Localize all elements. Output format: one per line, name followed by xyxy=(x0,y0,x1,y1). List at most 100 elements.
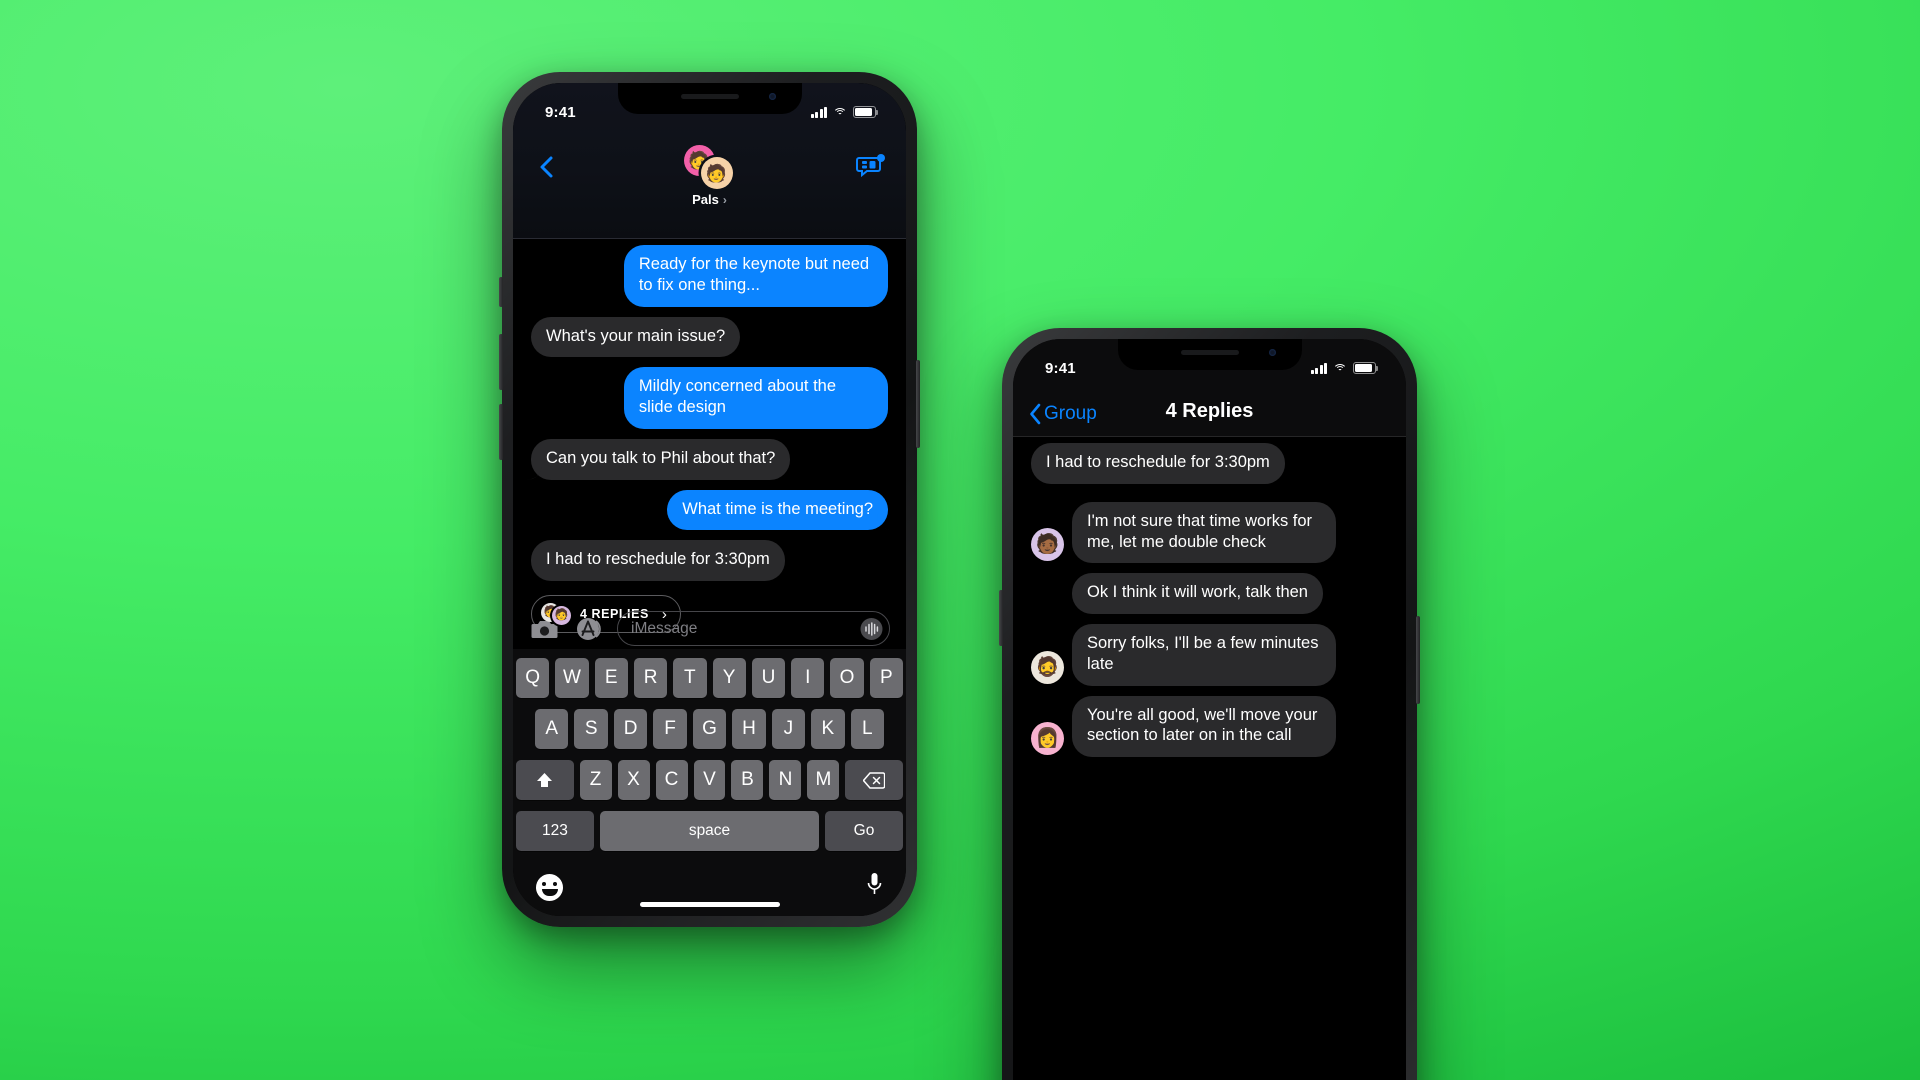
key-z[interactable]: Z xyxy=(579,760,612,800)
home-indicator[interactable] xyxy=(639,902,780,907)
volume-up-button[interactable] xyxy=(499,334,503,390)
key-e[interactable]: E xyxy=(594,658,628,698)
power-button[interactable] xyxy=(916,360,920,448)
thread-message-row[interactable]: 🧑🏾 I'm not sure that time works for me, l… xyxy=(1031,501,1388,564)
key-n[interactable]: N xyxy=(769,760,802,800)
key-g[interactable]: G xyxy=(692,709,727,749)
message-bubble[interactable]: I'm not sure that time works for me, let… xyxy=(1072,501,1337,564)
key-c[interactable]: C xyxy=(655,760,688,800)
message-row[interactable]: Ready for the keynote but need to fix on… xyxy=(531,245,888,307)
cellular-signal-icon xyxy=(1310,362,1327,374)
key-v[interactable]: V xyxy=(693,760,726,800)
numbers-key[interactable]: 123 xyxy=(516,811,594,851)
front-camera xyxy=(768,93,776,100)
avatar: 🧑 xyxy=(700,157,733,189)
back-to-group-button[interactable]: Group xyxy=(1029,403,1097,425)
audio-waveform-icon[interactable] xyxy=(858,615,885,642)
volume-buttons[interactable] xyxy=(999,590,1003,646)
key-a[interactable]: A xyxy=(535,709,569,749)
key-m[interactable]: M xyxy=(807,760,840,800)
avatar[interactable]: 👩 xyxy=(1031,722,1064,756)
notch xyxy=(617,83,802,114)
thread-message-row[interactable]: Ok I think it will work, talk then xyxy=(1031,573,1388,615)
keyboard-row-3[interactable]: ZXCVBNM xyxy=(516,760,903,800)
message-bubble[interactable]: I had to reschedule for 3:30pm xyxy=(531,540,785,582)
shift-key[interactable] xyxy=(516,760,574,800)
screen-thread: 9:41 Group 4 Replies I had to reschedule… xyxy=(1013,339,1406,1080)
avatar-spacer xyxy=(1031,579,1064,612)
power-button[interactable] xyxy=(1416,616,1420,704)
avatar[interactable]: 🧔 xyxy=(1031,650,1064,684)
earpiece-speaker xyxy=(1180,350,1239,355)
message-row[interactable]: Can you talk to Phil about that? xyxy=(531,438,888,480)
thread-message-row[interactable]: I had to reschedule for 3:30pm xyxy=(1031,443,1388,484)
key-h[interactable]: H xyxy=(732,709,766,749)
message-bubble[interactable]: Mildly concerned about the slide design xyxy=(623,367,888,429)
key-w[interactable]: W xyxy=(555,658,589,698)
key-f[interactable]: F xyxy=(653,709,687,749)
message-row[interactable]: What time is the meeting? xyxy=(531,489,888,531)
message-bubble[interactable]: What time is the meeting? xyxy=(667,489,888,531)
status-icons xyxy=(810,106,879,118)
microphone-icon[interactable] xyxy=(866,872,883,902)
silent-switch[interactable] xyxy=(499,277,503,307)
key-t[interactable]: T xyxy=(673,658,707,698)
backspace-key[interactable] xyxy=(845,760,903,800)
battery-icon xyxy=(853,106,879,118)
iphone-thread-replies: 9:41 Group 4 Replies I had to reschedule… xyxy=(999,328,1420,1080)
key-i[interactable]: I xyxy=(791,658,825,698)
key-k[interactable]: K xyxy=(811,709,845,749)
message-row[interactable]: Mildly concerned about the slide design xyxy=(531,367,888,429)
message-bubble[interactable]: Can you talk to Phil about that? xyxy=(531,438,791,480)
message-bubble[interactable]: You're all good, we'll move your section… xyxy=(1072,695,1337,758)
message-input-placeholder: iMessage xyxy=(631,619,698,637)
group-name[interactable]: Pals › xyxy=(692,192,727,207)
keyboard-row-2[interactable]: ASDFGHJKL xyxy=(516,709,903,749)
key-p[interactable]: P xyxy=(869,658,903,698)
message-bubble[interactable]: Ready for the keynote but need to fix on… xyxy=(623,245,888,307)
front-camera xyxy=(1268,349,1276,356)
keyboard-row-4[interactable]: 123 space Go xyxy=(516,811,903,851)
message-row[interactable]: I had to reschedule for 3:30pm xyxy=(531,540,888,582)
back-label: Group xyxy=(1044,403,1097,424)
return-key[interactable]: Go xyxy=(825,811,903,851)
thread-message-row[interactable]: 🧔 Sorry folks, I'll be a few minutes late xyxy=(1031,624,1388,686)
key-u[interactable]: U xyxy=(751,658,786,698)
status-time: 9:41 xyxy=(1045,359,1076,377)
key-d[interactable]: D xyxy=(613,709,648,749)
keyboard-row-1[interactable]: QWERTYUIOP xyxy=(516,658,903,698)
message-list[interactable]: Ready for the keynote but need to fix on… xyxy=(513,245,906,634)
message-row[interactable]: What's your main issue? xyxy=(531,316,888,358)
thread-message-list[interactable]: I had to reschedule for 3:30pm 🧑🏾 I'm not … xyxy=(1013,443,1406,758)
message-bubble[interactable]: Ok I think it will work, talk then xyxy=(1072,573,1323,615)
volume-down-button[interactable] xyxy=(499,404,503,460)
key-b[interactable]: B xyxy=(731,760,764,800)
avatar[interactable]: 🧑🏾 xyxy=(1031,528,1064,562)
status-icons xyxy=(1310,362,1379,374)
key-x[interactable]: X xyxy=(617,760,650,800)
group-name-label: Pals xyxy=(692,192,719,207)
key-r[interactable]: R xyxy=(633,658,668,698)
cellular-signal-icon xyxy=(810,106,827,118)
message-input[interactable]: iMessage xyxy=(617,611,890,646)
thread-message-row[interactable]: 👩 You're all good, we'll move your sectio… xyxy=(1031,695,1388,758)
space-key[interactable]: space xyxy=(599,811,820,851)
key-q[interactable]: Q xyxy=(516,658,550,698)
emoji-face-icon[interactable] xyxy=(536,873,563,901)
app-store-icon[interactable] xyxy=(573,613,604,644)
message-bubble[interactable]: Sorry folks, I'll be a few minutes late xyxy=(1072,624,1337,686)
status-time: 9:41 xyxy=(545,103,576,121)
wifi-icon xyxy=(833,107,847,118)
group-header-center[interactable]: 🧑 🧑 Pals › xyxy=(513,145,906,207)
earpiece-speaker xyxy=(680,94,739,99)
key-s[interactable]: S xyxy=(574,709,608,749)
onscreen-keyboard[interactable]: QWERTYUIOP ASDFGHJKL ZXCVBNM 123 space G… xyxy=(513,649,906,916)
message-bubble[interactable]: I had to reschedule for 3:30pm xyxy=(1031,443,1285,484)
key-y[interactable]: Y xyxy=(712,658,746,698)
battery-icon xyxy=(1353,362,1379,374)
key-o[interactable]: O xyxy=(830,658,864,698)
message-bubble[interactable]: What's your main issue? xyxy=(531,316,741,358)
key-j[interactable]: J xyxy=(771,709,806,749)
screen-conversation: 9:41 🧑 🧑 Pals › Ready for the keynote bu… xyxy=(513,83,906,916)
key-l[interactable]: L xyxy=(850,709,884,749)
